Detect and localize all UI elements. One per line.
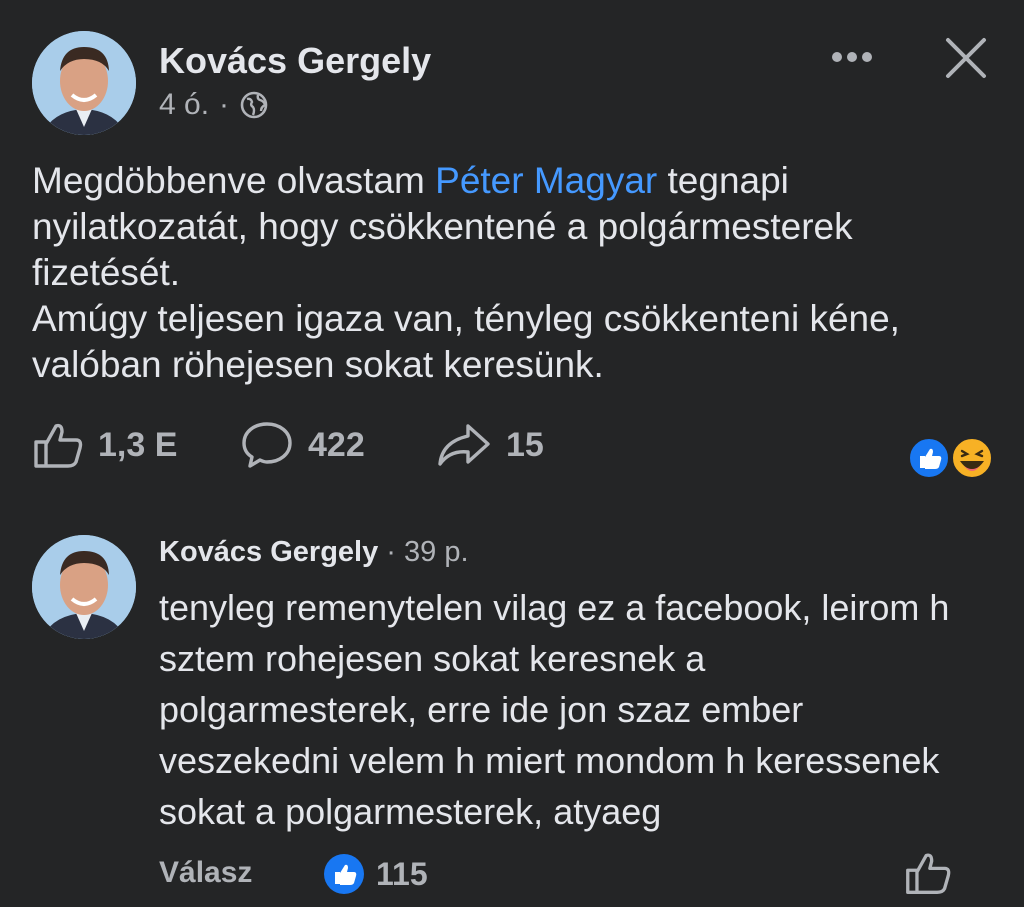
comment-time[interactable]: 39 p.: [404, 536, 469, 569]
haha-reaction-icon: [951, 437, 993, 479]
avatar-image: [32, 535, 136, 639]
globe-icon: [240, 91, 268, 119]
post-author-name[interactable]: Kovács Gergely: [159, 40, 431, 82]
like-reaction-icon: [908, 437, 950, 479]
share-icon: [438, 424, 490, 466]
post-text-second: Amúgy teljesen igaza van, tényleg csökke…: [32, 298, 900, 385]
share-count: 15: [506, 425, 544, 464]
comment-text: tenyleg remenytelen vilag ez a facebook,…: [159, 587, 950, 832]
thumbs-up-icon: [34, 423, 83, 468]
comment-author-avatar[interactable]: [32, 535, 136, 639]
comment-header: Kovács Gergely · 39 p.: [159, 536, 469, 569]
post-text: Megdöbbenve olvastam Péter Magyar tegnap…: [32, 158, 992, 388]
more-options-icon[interactable]: [830, 50, 874, 69]
mention-link[interactable]: Péter Magyar: [435, 160, 657, 201]
author-avatar[interactable]: [32, 31, 136, 135]
comment-separator: ·: [378, 536, 405, 568]
close-icon[interactable]: [944, 36, 988, 85]
comment-reaction-count: 115: [376, 855, 428, 892]
like-button[interactable]: 1,3 E: [32, 420, 177, 470]
comment-like-icon[interactable]: [904, 850, 952, 901]
comment-count: 422: [308, 425, 365, 464]
avatar-image: [32, 31, 136, 135]
post-text-before: Megdöbbenve olvastam: [32, 160, 436, 201]
reply-button[interactable]: Válasz: [159, 856, 252, 890]
reaction-summary[interactable]: [907, 436, 995, 480]
comment-reactions[interactable]: 115: [322, 852, 428, 896]
like-reaction-icon: [324, 854, 364, 894]
like-count: 1,3 E: [98, 425, 178, 464]
meta-dot: ·: [219, 88, 230, 121]
share-button[interactable]: 15: [436, 420, 544, 470]
post-time[interactable]: 4 ó.: [159, 88, 209, 122]
comment-author-name[interactable]: Kovács Gergely: [159, 536, 378, 569]
post-meta: 4 ó. ·: [159, 88, 269, 122]
comment-button[interactable]: 422: [240, 420, 365, 470]
comment-icon: [242, 422, 292, 468]
